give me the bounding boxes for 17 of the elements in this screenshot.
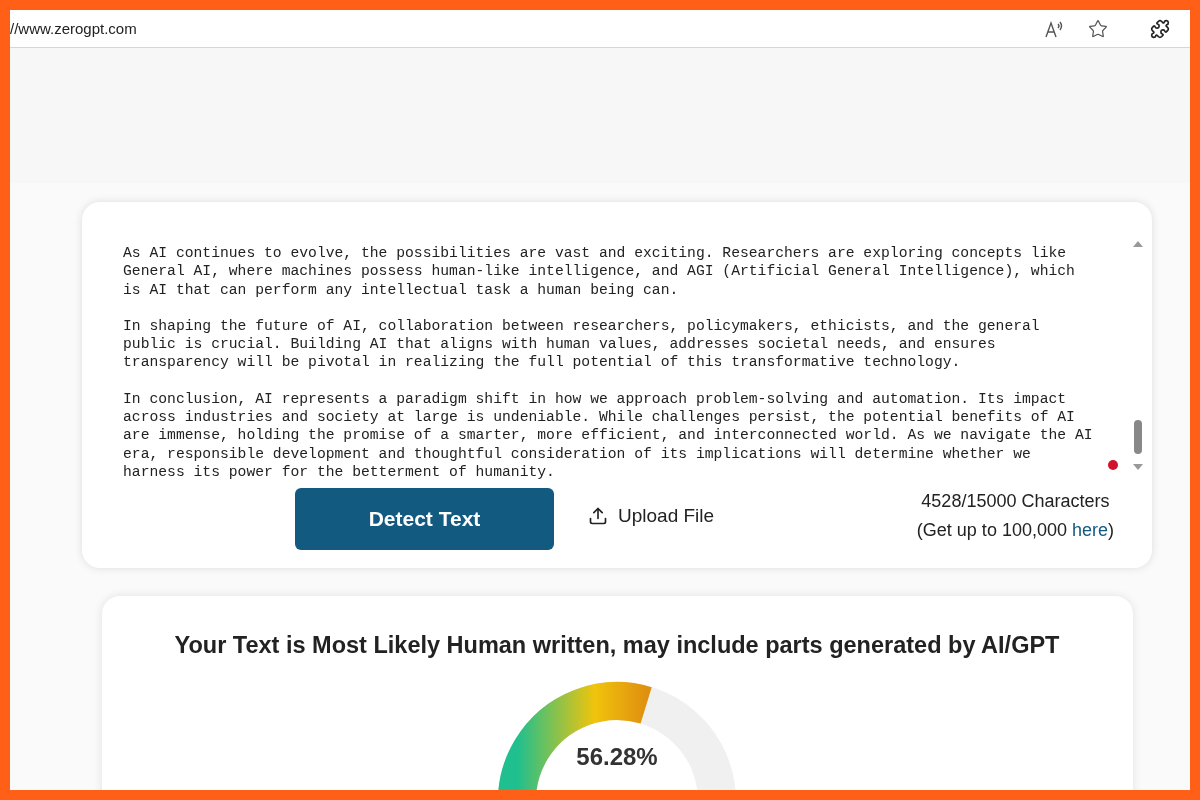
detect-text-button[interactable]: Detect Text: [295, 488, 554, 550]
read-aloud-icon[interactable]: [1044, 19, 1064, 38]
upload-file-button[interactable]: Upload File: [588, 505, 715, 527]
upload-icon: [588, 506, 608, 526]
favorite-star-icon[interactable]: [1088, 18, 1108, 39]
input-paragraph: In shaping the future of AI, collaboration between researchers, policymakers, ethicists, and the general public is crucial. Building AI that aligns with human values, addresses societal needs, and ensures transparency will be pivotal in realizing the full potential of this transformative technology.: [123, 316, 1041, 372]
extensions-icon[interactable]: [1150, 18, 1170, 39]
result-title: Your Text is Most Likely Human written, may include parts generated by AI/GPT: [174, 632, 1060, 659]
gauge-reading: 56.28%: [575, 743, 659, 771]
input-paragraph: As AI continues to evolve, the possibilities are vast and exciting. Researchers are exploring concepts like General AI, where machines possess human-like intelligence, and AGI (Artificial General Intelligence), which is AI that can perform any intellectual task a human being can.: [123, 244, 1076, 299]
here-link[interactable]: here: [1071, 520, 1108, 540]
status-dot: [1108, 460, 1118, 470]
input-paragraph: In conclusion, AI represents a paradigm shift in how we approach problem-solving and automation. Its impact across industries and society at large is undeniable. While challenges persist, the potential benefits of AI are immense, holding the promise of a smarter, more efficient, and interconnected world. As we navigate the AI era, responsible development and thoughtful consideration of its implications will determine whether we harness its power for the betterment of humanity.: [123, 389, 1094, 482]
upgrade-note: (Get up to 100,000 here): [916, 520, 1114, 541]
character-count: 4528/15000 Characters: [921, 491, 1110, 512]
address-bar[interactable]: //www.zerogpt.com: [10, 10, 1190, 48]
url-text: //www.zerogpt.com: [10, 20, 138, 37]
